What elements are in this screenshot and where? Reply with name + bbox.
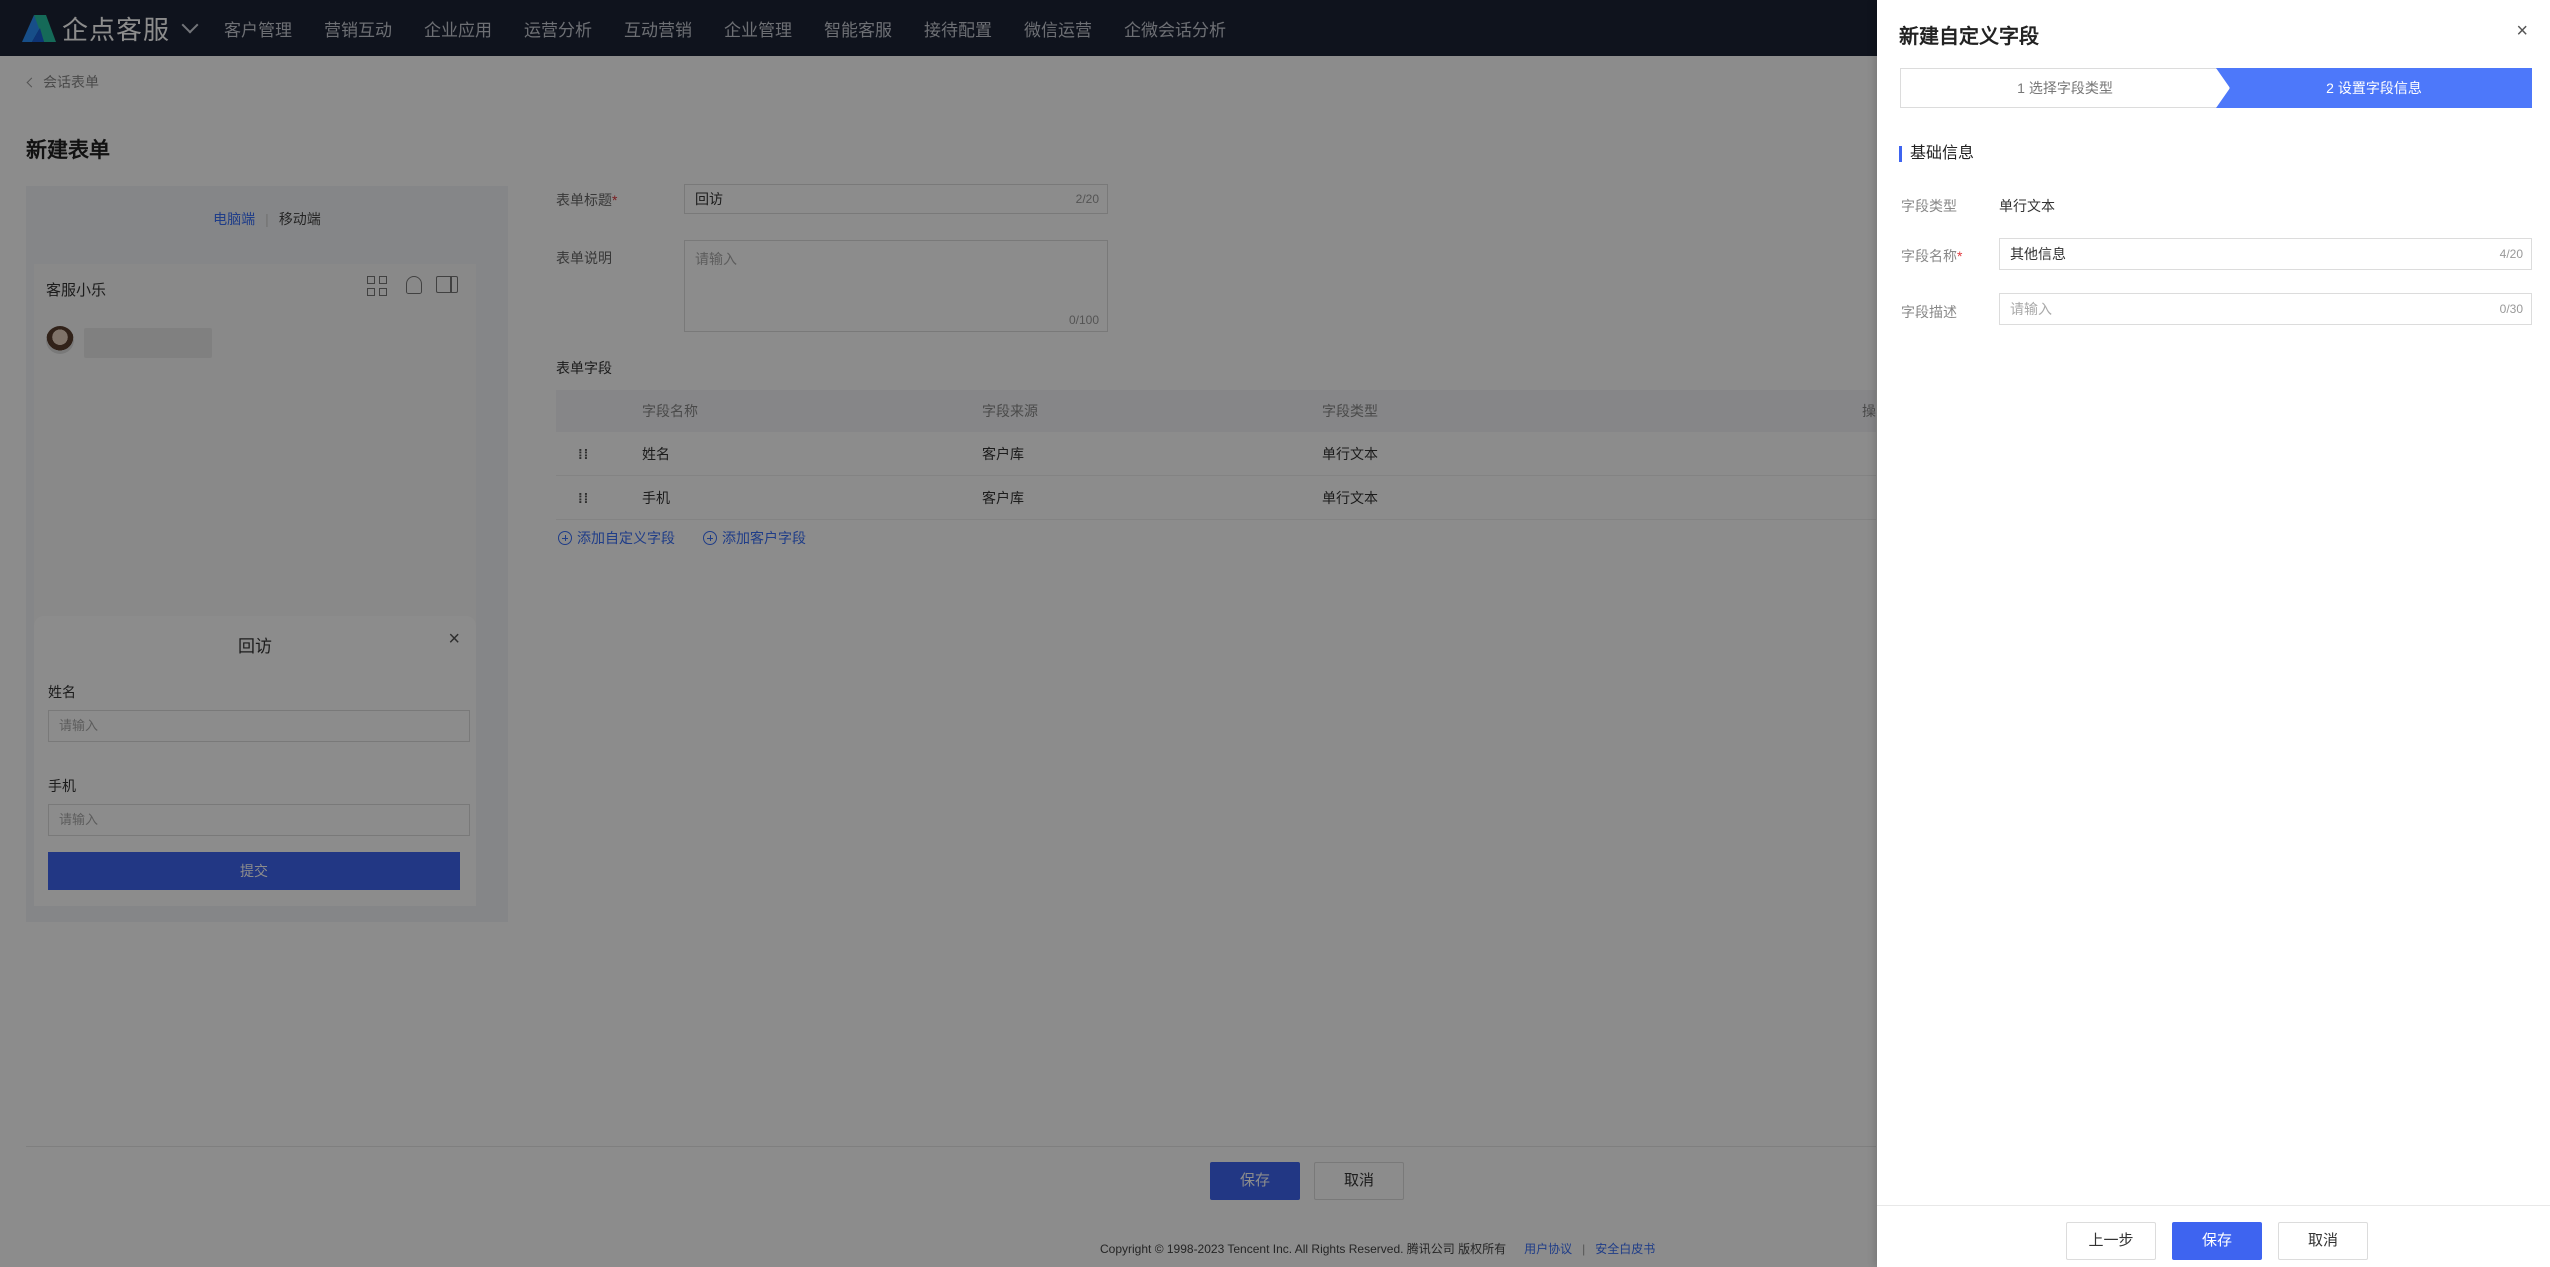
drawer-footer-divider xyxy=(1877,1205,2550,1206)
steps-bar: 1 选择字段类型 2 设置字段信息 xyxy=(1900,68,2532,108)
section-title: 基础信息 xyxy=(1899,146,1974,162)
drawer-cancel-button[interactable]: 取消 xyxy=(2278,1222,2368,1260)
previous-step-button[interactable]: 上一步 xyxy=(2066,1222,2156,1260)
step-set-field-info: 2 设置字段信息 xyxy=(2216,68,2532,108)
drawer-title: 新建自定义字段 xyxy=(1899,26,2039,48)
field-name-input[interactable]: 其他信息 4/20 xyxy=(1999,238,2532,270)
close-icon[interactable]: × xyxy=(2516,20,2528,43)
required-mark: * xyxy=(1957,248,1963,264)
new-custom-field-drawer: 新建自定义字段 × 1 选择字段类型 2 设置字段信息 基础信息 字段类型 单行… xyxy=(1877,0,2550,1267)
field-name-value: 其他信息 xyxy=(2010,246,2066,262)
field-desc-placeholder: 请输入 xyxy=(2010,301,2052,317)
modal-mask[interactable] xyxy=(0,0,1877,1267)
char-counter: 0/30 xyxy=(2499,302,2523,316)
field-type-value: 单行文本 xyxy=(1999,198,2055,214)
field-desc-label: 字段描述 xyxy=(1901,304,1957,320)
step-select-field-type[interactable]: 1 选择字段类型 xyxy=(1900,68,2230,108)
field-type-label: 字段类型 xyxy=(1901,198,1957,214)
char-counter: 4/20 xyxy=(2499,247,2523,261)
drawer-save-button[interactable]: 保存 xyxy=(2172,1222,2262,1260)
field-name-label: 字段名称* xyxy=(1901,248,1963,264)
field-desc-input[interactable]: 请输入 0/30 xyxy=(1999,293,2532,325)
